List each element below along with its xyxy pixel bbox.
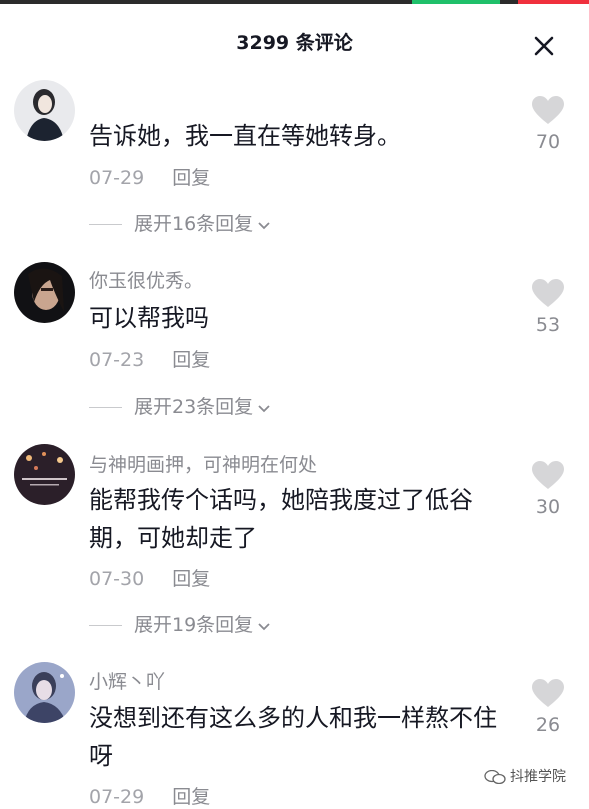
wechat-icon bbox=[484, 770, 506, 784]
like-count: 26 bbox=[535, 714, 561, 736]
comment-count-title: 3299 条评论 bbox=[236, 32, 353, 54]
close-icon[interactable] bbox=[530, 32, 558, 60]
comment-date: 07-30 bbox=[89, 568, 145, 590]
reply-button[interactable]: 回复 bbox=[172, 349, 210, 371]
like-count: 70 bbox=[535, 131, 561, 153]
comment-text: 能帮我传个话吗，她陪我度过了低谷期，可她却走了 bbox=[89, 486, 473, 552]
expand-replies-label: 展开23条回复 bbox=[134, 396, 254, 418]
expand-replies-button[interactable]: 展开23条回复 bbox=[89, 392, 271, 419]
reply-button[interactable]: 回复 bbox=[172, 568, 210, 590]
comment-date: 07-23 bbox=[89, 349, 145, 371]
heart-icon bbox=[532, 679, 564, 707]
like-button[interactable]: 53 bbox=[526, 279, 570, 336]
expand-replies-button[interactable]: 展开16条回复 bbox=[89, 209, 271, 236]
like-count: 30 bbox=[535, 496, 561, 518]
expand-replies-label: 展开16条回复 bbox=[134, 213, 254, 235]
comments-header: 3299 条评论 bbox=[0, 4, 589, 74]
heart-icon bbox=[532, 96, 564, 124]
comment-meta: 07-30 回复 bbox=[89, 564, 210, 591]
heart-icon bbox=[532, 279, 564, 307]
chevron-down-icon bbox=[258, 622, 270, 630]
like-count: 53 bbox=[535, 314, 561, 336]
chevron-down-icon bbox=[258, 221, 270, 229]
avatar[interactable] bbox=[14, 262, 75, 323]
comment-meta: 07-23 回复 bbox=[89, 345, 210, 372]
expand-replies-button[interactable]: 展开19条回复 bbox=[89, 610, 271, 637]
like-button[interactable]: 70 bbox=[526, 96, 570, 153]
username[interactable]: 与神明画押，可神明在何处 bbox=[89, 450, 317, 477]
divider-line bbox=[89, 224, 122, 225]
comment-meta: 07-29 回复 bbox=[89, 163, 210, 190]
avatar[interactable] bbox=[14, 444, 75, 505]
comment-meta: 07-29 回复 bbox=[89, 782, 210, 809]
comment-text: 可以帮我吗 bbox=[89, 304, 209, 332]
username[interactable]: 你玉很优秀。 bbox=[89, 266, 203, 293]
avatar[interactable] bbox=[14, 662, 75, 723]
watermark-text: 抖推学院 bbox=[510, 769, 566, 785]
watermark: 抖推学院 bbox=[484, 766, 566, 786]
chevron-down-icon bbox=[258, 404, 270, 412]
like-button[interactable]: 26 bbox=[526, 679, 570, 736]
avatar[interactable] bbox=[14, 80, 75, 141]
username[interactable]: 小辉丶吖 bbox=[89, 667, 165, 694]
divider-line bbox=[89, 407, 122, 408]
comment-date: 07-29 bbox=[89, 786, 145, 808]
comment-date: 07-29 bbox=[89, 167, 145, 189]
reply-button[interactable]: 回复 bbox=[172, 786, 210, 808]
like-button[interactable]: 30 bbox=[526, 461, 570, 518]
heart-icon bbox=[532, 461, 564, 489]
divider-line bbox=[89, 625, 122, 626]
comment-text: 没想到还有这么多的人和我一样熬不住呀 bbox=[89, 704, 497, 770]
expand-replies-label: 展开19条回复 bbox=[134, 614, 254, 636]
comment-text: 告诉她，我一直在等她转身。 bbox=[89, 122, 401, 150]
reply-button[interactable]: 回复 bbox=[172, 167, 210, 189]
